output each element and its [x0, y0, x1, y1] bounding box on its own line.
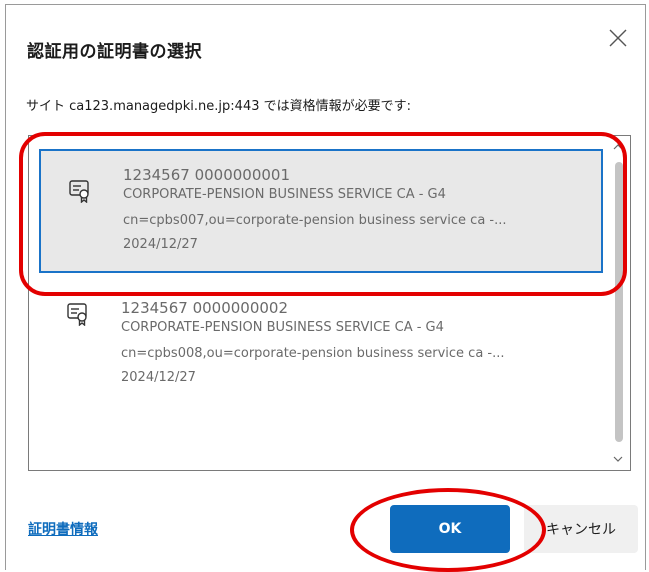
scroll-thumb[interactable]	[615, 162, 623, 442]
certificate-item-1[interactable]: 1234567 0000000001 CORPORATE-PENSION BUS…	[39, 149, 603, 273]
scroll-up-icon[interactable]	[612, 142, 624, 152]
certificate-name: 1234567 0000000001	[123, 166, 291, 184]
close-icon	[609, 29, 627, 47]
certificate-info-link[interactable]: 証明書情報	[28, 519, 98, 539]
certificate-dialog: 認証用の証明書の選択 サイト ca123.managedpki.ne.jp:44…	[5, 4, 646, 572]
certificate-subject: cn=cpbs007,ou=corporate-pension business…	[123, 213, 507, 228]
certificate-details: 1234567 0000000001 CORPORATE-PENSION BUS…	[123, 165, 507, 255]
certificate-subject: cn=cpbs008,ou=corporate-pension business…	[121, 346, 505, 361]
certificate-name: 1234567 0000000002	[121, 299, 289, 317]
close-button[interactable]	[603, 23, 633, 53]
scroll-down-icon[interactable]	[612, 454, 624, 464]
certificate-list: 1234567 0000000001 CORPORATE-PENSION BUS…	[28, 135, 631, 471]
cancel-button[interactable]: キャンセル	[524, 505, 638, 553]
ok-button[interactable]: OK	[390, 505, 510, 553]
certificate-date: 2024/12/27	[121, 370, 196, 385]
certificate-issuer: CORPORATE-PENSION BUSINESS SERVICE CA - …	[121, 320, 444, 335]
certificate-item-2[interactable]: 1234567 0000000002 CORPORATE-PENSION BUS…	[39, 288, 603, 412]
certificate-date: 2024/12/27	[123, 237, 198, 252]
list-scrollbar[interactable]	[606, 136, 630, 470]
dialog-title: 認証用の証明書の選択	[27, 42, 202, 62]
certificate-issuer: CORPORATE-PENSION BUSINESS SERVICE CA - …	[123, 187, 446, 202]
certificate-details: 1234567 0000000002 CORPORATE-PENSION BUS…	[121, 298, 505, 388]
dialog-subtitle: サイト ca123.managedpki.ne.jp:443 では資格情報が必要…	[26, 99, 411, 114]
certificate-icon	[69, 180, 89, 203]
certificate-icon	[67, 303, 87, 326]
